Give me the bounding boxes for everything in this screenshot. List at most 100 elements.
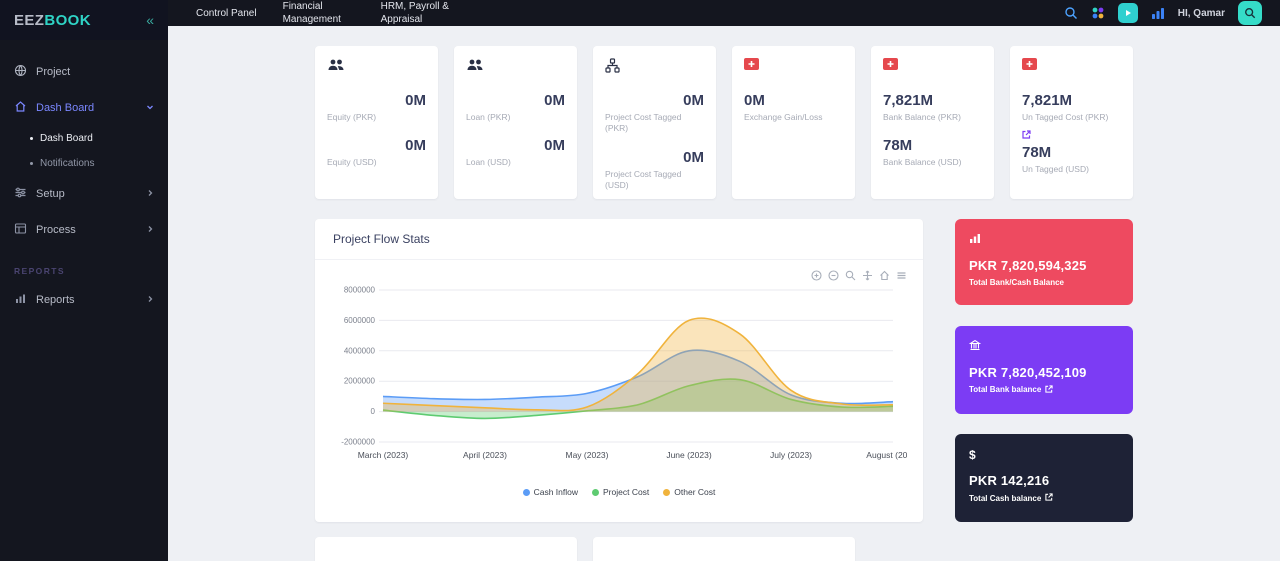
sidebar-item-label: Process [36,224,76,236]
svg-text:August (2023): August (2023) [866,450,907,460]
stat-value: 0M [744,92,843,109]
svg-text:2000000: 2000000 [344,377,376,386]
stat-label: Exchange Gain/Loss [744,112,843,123]
stat-value: 0M [466,137,565,154]
brand-logo[interactable]: EEZBOOK [14,12,91,29]
stat-value: 7,821M [1022,92,1121,109]
svg-text:May (2023): May (2023) [566,450,609,460]
pan-icon[interactable] [862,268,873,282]
summary-value: PKR 7,820,594,325 [969,258,1119,273]
sidebar-item-label: Reports [36,294,75,306]
svg-text:0: 0 [371,407,376,416]
stat-card-bank-balance: 7,821M Bank Balance (PKR) 78M Bank Balan… [871,46,994,199]
stat-card-project-cost-tagged: 0M Project Cost Tagged (PKR) 0M Project … [593,46,716,199]
stat-label: Equity (USD) [327,157,426,168]
svg-text:April (2023): April (2023) [463,450,507,460]
legend-item[interactable]: Project Cost [592,487,649,497]
brand-secondary: BOOK [44,12,91,29]
summary-label: Total Bank/Cash Balance [969,278,1119,287]
sidebar-item-label: Project [36,66,70,78]
svg-text:8000000: 8000000 [344,286,376,295]
zoom-in-icon[interactable] [811,268,822,282]
summary-value: PKR 7,820,452,109 [969,365,1119,380]
legend-dot [592,489,599,496]
topbar-right: HI, Qamar [1064,1,1262,25]
svg-text:6000000: 6000000 [344,316,376,325]
svg-text:July (2023): July (2023) [770,450,812,460]
stat-label: Un Tagged (USD) [1022,164,1121,175]
sidebar-collapse-icon[interactable]: « [146,12,154,28]
user-greeting[interactable]: HI, Qamar [1178,8,1225,19]
legend-dot [663,489,670,496]
zoom-out-icon[interactable] [828,268,839,282]
stat-card-untagged-cost: 7,821M Un Tagged Cost (PKR) 78M Un Tagge… [1010,46,1133,199]
flag-icon [744,58,843,76]
sidebar: EEZBOOK « Project Dash Board Dash Board … [0,0,168,561]
apps-icon[interactable] [1091,6,1105,20]
stat-card-loan: 0M Loan (PKR) 0M Loan (USD) [454,46,577,199]
process-icon [14,222,27,238]
sidebar-subitem-label: Dash Board [40,133,93,144]
home-reset-icon[interactable] [879,268,890,282]
svg-text:June (2023): June (2023) [666,450,712,460]
stat-label: Project Cost Tagged (USD) [605,169,704,192]
legend-item[interactable]: Other Cost [663,487,715,497]
svg-text:-2000000: -2000000 [341,438,375,447]
logo-row: EEZBOOK « [0,0,168,40]
bottom-card-row [315,537,1133,561]
network-icon [605,58,704,76]
summary-card-cash-balance: $ PKR 142,216 Total Cash balance [955,434,1133,522]
stat-label: Loan (PKR) [466,112,565,123]
summary-card-bank-cash: PKR 7,820,594,325 Total Bank/Cash Balanc… [955,219,1133,305]
chart-legend: Cash Inflow Project Cost Other Cost [331,487,907,497]
legend-item[interactable]: Cash Inflow [523,487,578,497]
stat-card-equity: 0M Equity (PKR) 0M Equity (USD) [315,46,438,199]
search-button[interactable] [1238,1,1262,25]
chevron-down-icon [146,102,154,114]
stat-label: Un Tagged Cost (PKR) [1022,112,1121,123]
svg-text:March (2023): March (2023) [358,450,409,460]
stat-value: 78M [883,137,982,154]
stat-label: Bank Balance (USD) [883,157,982,168]
stat-value: 78M [1022,144,1121,161]
stat-value: 0M [605,149,704,166]
stat-card-row: 0M Equity (PKR) 0M Equity (USD) 0M Loan … [315,46,1133,199]
chart-modebar [331,268,907,282]
menu-icon[interactable] [896,268,907,282]
topnav-hrm-payroll[interactable]: HRM, Payroll & Appraisal [381,0,453,26]
dollar-icon: $ [969,448,976,462]
sidebar-item-project[interactable]: Project [0,54,168,90]
users-icon [327,58,426,76]
external-link-icon[interactable] [1045,493,1053,503]
stat-value: 0M [327,92,426,109]
sidebar-item-reports[interactable]: Reports [0,282,168,318]
chevron-right-icon [146,294,154,306]
home-icon [14,100,27,116]
users-icon [466,58,565,76]
video-button[interactable] [1118,3,1138,23]
bar-chart-icon [969,231,981,248]
stat-label: Project Cost Tagged (PKR) [605,112,704,135]
chevron-right-icon [146,188,154,200]
topnav-financial-management[interactable]: Financial Management [283,0,355,26]
topnav-control-panel[interactable]: Control Panel [196,7,257,20]
sidebar-subitem-notifications[interactable]: Notifications [0,151,168,176]
analytics-icon[interactable] [1151,7,1165,20]
search-icon[interactable] [1064,6,1078,20]
external-link-icon[interactable] [1022,126,1121,144]
stat-value: 0M [327,137,426,154]
sidebar-section-reports: REPORTS [0,248,168,282]
flow-chart-canvas[interactable]: -200000002000000400000060000008000000Mar… [331,282,907,480]
sidebar-nav: Project Dash Board Dash Board Notificati… [0,40,168,318]
zoom-icon[interactable] [845,268,856,282]
sidebar-item-label: Dash Board [36,102,94,114]
settings-icon [14,186,27,202]
sidebar-subitem-dashboard[interactable]: Dash Board [0,126,168,151]
sidebar-item-setup[interactable]: Setup [0,176,168,212]
bottom-card [315,537,577,561]
external-link-icon[interactable] [1045,385,1053,395]
project-icon [14,64,27,80]
sidebar-item-process[interactable]: Process [0,212,168,248]
sidebar-item-dashboard[interactable]: Dash Board [0,90,168,126]
mid-row: Project Flow Stats -20000000200000040000… [315,219,1133,522]
